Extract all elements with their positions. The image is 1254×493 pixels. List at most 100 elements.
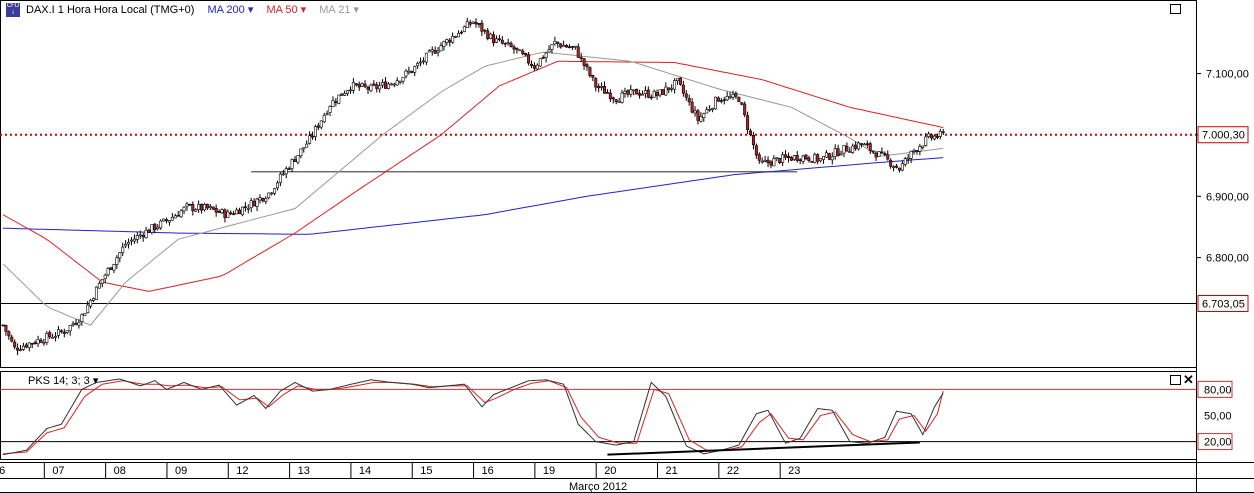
candle-body [74,322,78,325]
candle-body [351,82,355,91]
ma21-label[interactable]: MA 21 ▾ [319,4,359,16]
candle-body [608,92,612,100]
candle-body [39,339,43,343]
candle-body [51,336,55,339]
candle-body [638,93,642,96]
candle-body [921,145,925,148]
candle-body [740,102,744,105]
candle-body [544,52,548,58]
candle-body [459,31,463,34]
maximize-oscillator-icon[interactable] [1170,375,1181,385]
candle-body [918,146,922,152]
candle-body [503,42,507,45]
candle-body [757,154,761,161]
candle-body [89,299,93,307]
candle-body [48,332,52,338]
candle-body [471,21,475,24]
x-day-label: 19 [543,465,555,477]
candle-body [521,50,525,55]
candle-body [909,151,913,159]
x-day-label: 21 [666,465,678,477]
candle-body [293,159,297,162]
y-tick-label: 7.100,00 [1206,69,1249,81]
candle-body [416,63,420,67]
candle-body [795,154,799,161]
candle-body [252,200,256,207]
candle-body [92,298,96,301]
x-day-label: 06 [0,465,5,477]
maximize-icon[interactable] [1170,4,1181,14]
candle-body [754,145,758,156]
candle-body [617,101,621,103]
cfd-icon[interactable]: CFD i [6,3,20,17]
candle-body [275,182,279,189]
candle-body [506,42,510,45]
candle-body [162,218,166,222]
candle-body [632,89,636,92]
candle-body [623,91,627,94]
candle-body [649,96,653,99]
candle-body [743,103,747,116]
candle-body [728,96,732,99]
x-day-label: 09 [175,465,187,477]
candle-body [33,342,37,344]
candle-body [941,131,945,134]
candle-body [690,101,694,113]
candle-body [372,83,376,86]
candle-body [238,209,242,215]
candle-body [392,83,396,86]
candle-body [845,145,849,152]
candle-body [699,116,703,122]
candle-body [30,342,34,345]
candle-body [734,93,738,97]
candle-body [270,192,274,195]
candle-body [407,70,411,73]
candle-body [150,224,154,233]
candle-body [877,151,881,157]
oscillator-plot-frame [0,371,1197,460]
candle-body [640,93,644,96]
ma200-label[interactable]: MA 200 ▾ [207,4,253,16]
ma50-label[interactable]: MA 50 ▾ [266,4,306,16]
candle-body [240,206,244,215]
candle-body [191,204,195,212]
candle-body [167,220,171,223]
candle-body [398,80,402,83]
candle-body [313,126,317,137]
candle-body [457,32,461,38]
candle-body [492,34,496,44]
candle-body [144,229,148,239]
candle-body [895,165,899,168]
candle-body [915,150,919,153]
candle-body [220,209,224,214]
candle-body [7,331,11,337]
dropdown-icon[interactable]: ▾ [93,375,99,387]
candle-body [302,147,306,150]
candle-body [112,264,116,271]
candle-body [527,54,531,64]
close-icon[interactable]: ✕ [1183,373,1194,386]
candle-body [287,168,291,170]
candle-body [597,86,601,89]
candle-body [462,26,466,32]
candle-body [404,70,408,77]
x-day-label: 20 [604,465,616,477]
candle-body [354,83,358,86]
candle-body [857,142,861,150]
candle-body [775,157,779,159]
candle-body [722,99,726,102]
candle-body [822,155,826,160]
candle-body [576,46,580,58]
candle-body [156,226,160,229]
candle-body [348,89,352,92]
candle-body [842,145,846,154]
candle-body [284,168,288,175]
candle-body [27,342,31,348]
candle-body [325,113,329,115]
candle-body [436,50,440,53]
candle-body [401,76,405,82]
candle-body [337,94,341,104]
candle-body [343,93,347,96]
candle-body [930,134,934,139]
candle-body [433,50,437,54]
